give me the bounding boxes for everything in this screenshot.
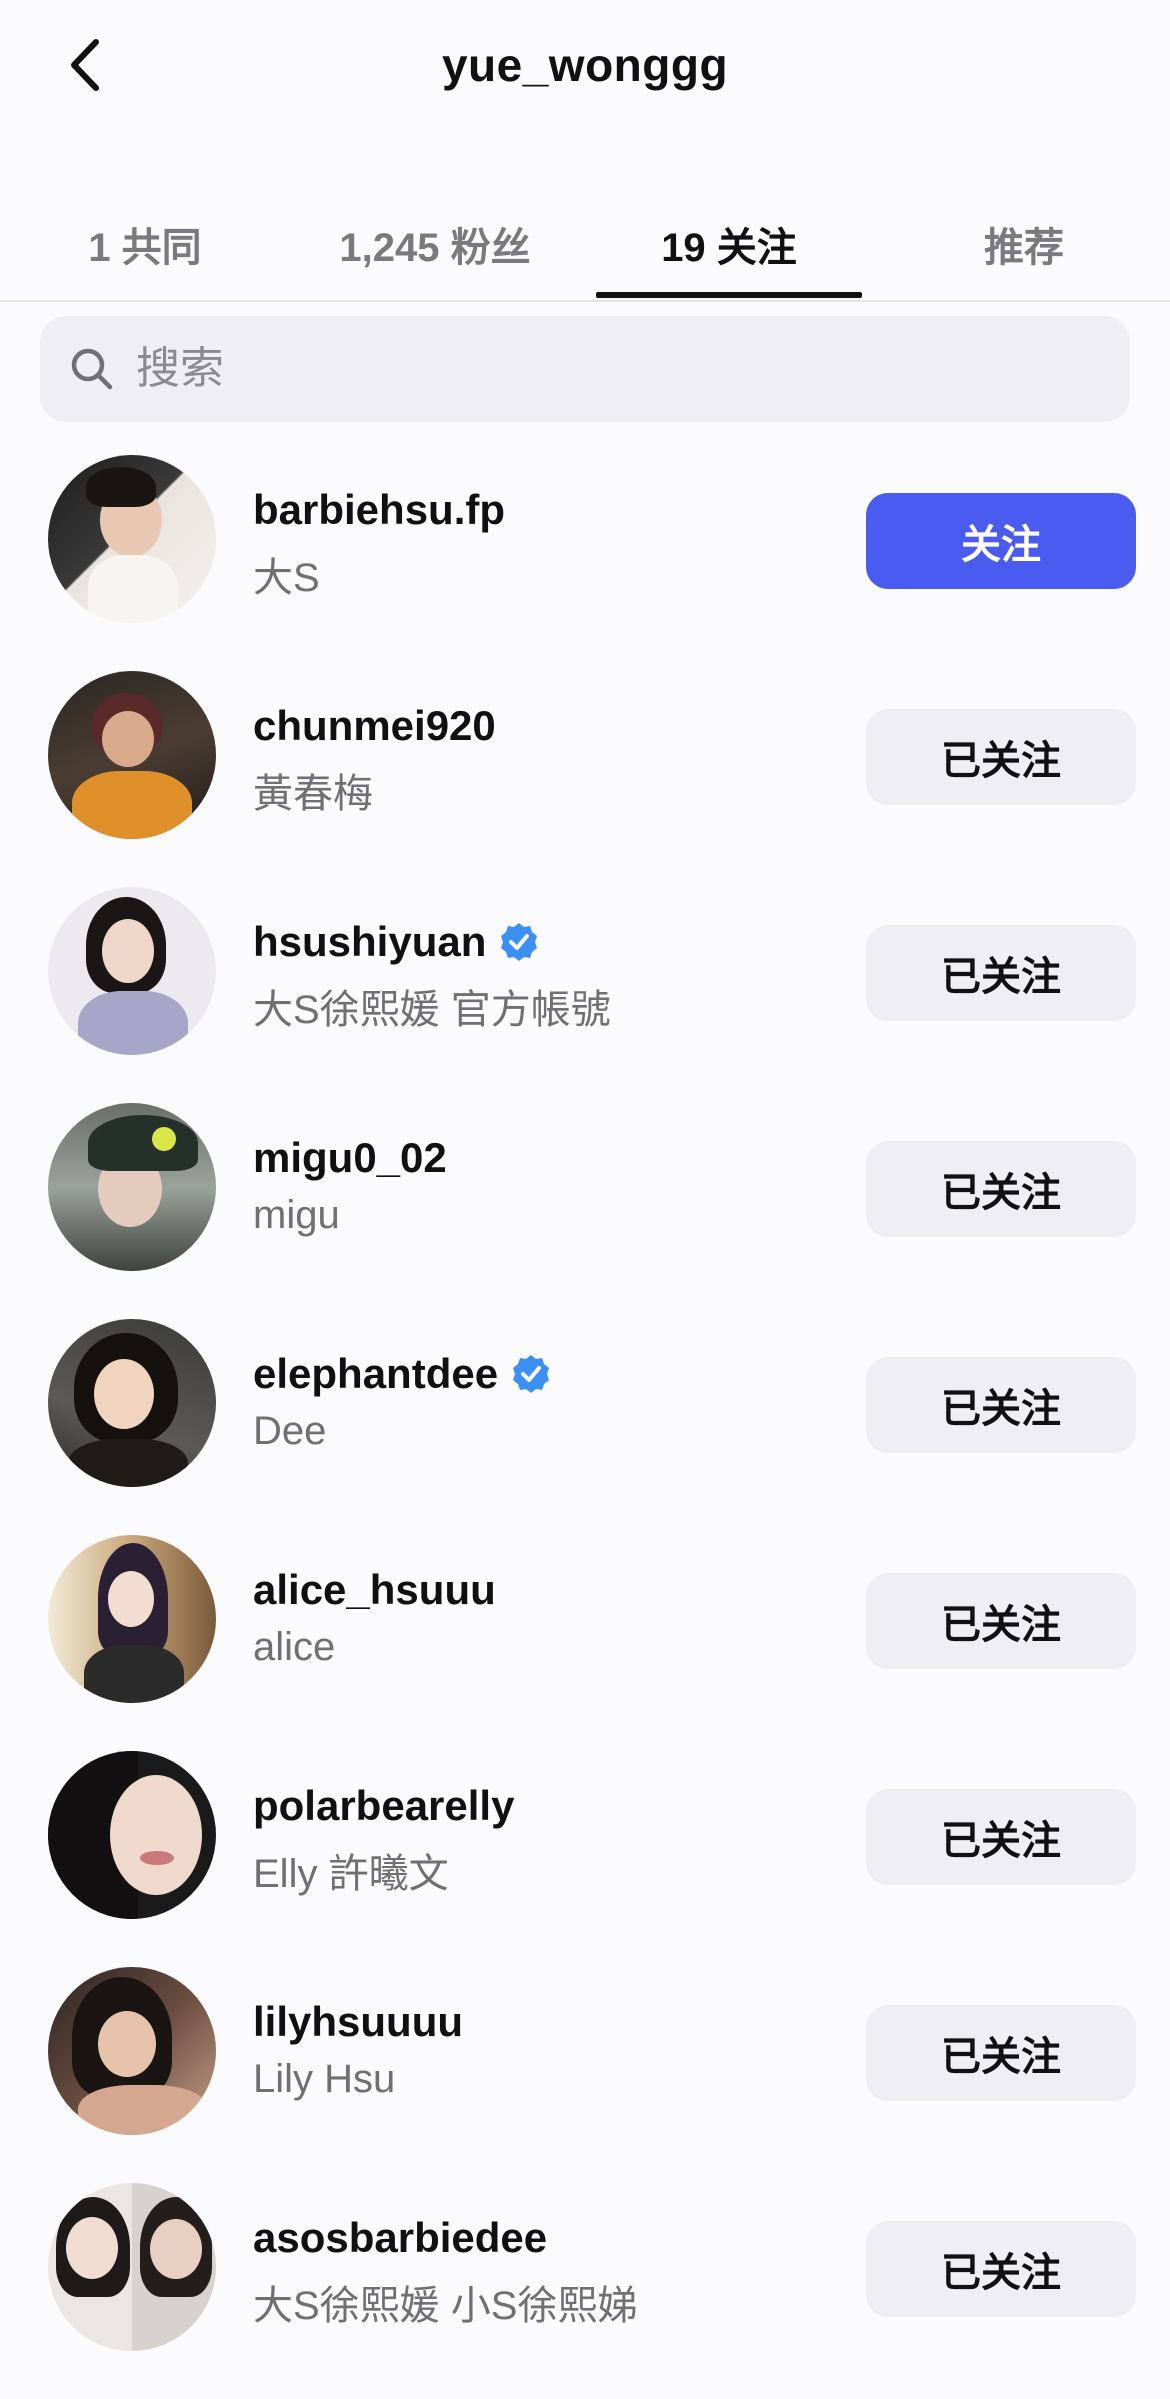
following-button[interactable]: 已关注 — [866, 1573, 1136, 1669]
following-button[interactable]: 已关注 — [866, 2221, 1136, 2317]
list-item[interactable]: asosbarbiedee 大S徐熙媛 小S徐熙娣 已关注 — [0, 2183, 1170, 2399]
username-text[interactable]: hsushiyuan — [253, 918, 486, 966]
list-item[interactable]: migu0_02 migu 已关注 — [0, 1103, 1170, 1319]
full-name: 大S徐熙媛 小S徐熙娣 — [253, 2284, 638, 2328]
user-info: migu0_02 migu — [253, 1131, 843, 1243]
user-info: elephantdee Dee — [253, 1347, 843, 1459]
avatar[interactable] — [48, 1535, 216, 1703]
full-name: migu — [253, 1193, 340, 1237]
avatar[interactable] — [48, 671, 216, 839]
avatar[interactable] — [48, 1103, 216, 1271]
username[interactable]: barbiehsu.fp — [253, 483, 843, 537]
full-name: Elly 許曦文 — [253, 1852, 449, 1896]
page-title: yue_wonggg — [441, 39, 729, 91]
active-tab-indicator — [596, 292, 862, 298]
following-button[interactable]: 已关注 — [866, 709, 1136, 805]
user-info: alice_hsuuu alice — [253, 1563, 843, 1675]
username-text[interactable]: migu0_02 — [253, 1134, 447, 1182]
full-name: Dee — [253, 1409, 327, 1453]
header-bar: yue_wonggg — [0, 0, 1170, 150]
search-input[interactable] — [134, 343, 1038, 395]
avatar[interactable] — [48, 1751, 216, 1919]
user-info: barbiehsu.fp 大S — [253, 483, 843, 600]
username-text[interactable]: alice_hsuuu — [253, 1566, 496, 1614]
list-item[interactable]: elephantdee Dee 已关注 — [0, 1319, 1170, 1535]
search-icon — [71, 348, 113, 390]
full-name: 大S徐熙媛 官方帳號 — [253, 988, 611, 1032]
avatar[interactable] — [48, 2183, 216, 2351]
username[interactable]: elephantdee — [253, 1347, 843, 1401]
username-text[interactable]: polarbearelly — [253, 1782, 514, 1830]
following-button[interactable]: 已关注 — [866, 2005, 1136, 2101]
following-list: barbiehsu.fp 大S 关注 chunmei920 黃春梅 已关注 hs… — [0, 455, 1170, 2399]
tab-suggested[interactable]: 推荐 — [878, 190, 1170, 298]
user-info: lilyhsuuuu Lily Hsu — [253, 1995, 843, 2107]
following-button[interactable]: 已关注 — [866, 1357, 1136, 1453]
user-info: polarbearelly Elly 許曦文 — [253, 1779, 843, 1896]
verified-badge-icon — [501, 923, 538, 961]
username[interactable]: migu0_02 — [253, 1131, 843, 1185]
tab-followers[interactable]: 1,245 粉丝 — [290, 190, 580, 298]
username-text[interactable]: barbiehsu.fp — [253, 486, 505, 534]
tab-following[interactable]: 19 关注 — [580, 190, 878, 298]
username[interactable]: hsushiyuan — [253, 915, 843, 969]
list-item[interactable]: alice_hsuuu alice 已关注 — [0, 1535, 1170, 1751]
username[interactable]: asosbarbiedee — [253, 2211, 843, 2265]
search-bar[interactable] — [40, 316, 1130, 422]
follow-button[interactable]: 关注 — [866, 493, 1136, 589]
full-name: alice — [253, 1625, 336, 1669]
username[interactable]: chunmei920 — [253, 699, 843, 753]
username-text[interactable]: chunmei920 — [253, 702, 496, 750]
full-name: 黃春梅 — [253, 772, 373, 816]
username[interactable]: polarbearelly — [253, 1779, 843, 1833]
username-text[interactable]: elephantdee — [253, 1350, 498, 1398]
tab-mutual[interactable]: 1 共同 — [0, 190, 290, 298]
following-button[interactable]: 已关注 — [866, 1141, 1136, 1237]
verified-badge-icon — [513, 1355, 550, 1393]
avatar[interactable] — [48, 1319, 216, 1487]
full-name: 大S — [253, 556, 320, 600]
full-name: Lily Hsu — [253, 2057, 396, 2101]
following-button[interactable]: 已关注 — [866, 925, 1136, 1021]
avatar[interactable] — [48, 1967, 216, 2135]
user-info: asosbarbiedee 大S徐熙媛 小S徐熙娣 — [253, 2211, 843, 2328]
list-item[interactable]: chunmei920 黃春梅 已关注 — [0, 671, 1170, 887]
username-text[interactable]: lilyhsuuuu — [253, 1998, 463, 2046]
username-text[interactable]: asosbarbiedee — [253, 2214, 547, 2262]
username[interactable]: alice_hsuuu — [253, 1563, 843, 1617]
list-item[interactable]: hsushiyuan 大S徐熙媛 官方帳號 已关注 — [0, 887, 1170, 1103]
user-info: hsushiyuan 大S徐熙媛 官方帳號 — [253, 915, 843, 1032]
list-item[interactable]: lilyhsuuuu Lily Hsu 已关注 — [0, 1967, 1170, 2183]
avatar[interactable] — [48, 455, 216, 623]
avatar[interactable] — [48, 887, 216, 1055]
tab-bar: 1 共同 1,245 粉丝 19 关注 推荐 — [0, 190, 1170, 302]
list-item[interactable]: polarbearelly Elly 許曦文 已关注 — [0, 1751, 1170, 1967]
username[interactable]: lilyhsuuuu — [253, 1995, 843, 2049]
user-info: chunmei920 黃春梅 — [253, 699, 843, 816]
following-button[interactable]: 已关注 — [866, 1789, 1136, 1885]
list-item[interactable]: barbiehsu.fp 大S 关注 — [0, 455, 1170, 671]
